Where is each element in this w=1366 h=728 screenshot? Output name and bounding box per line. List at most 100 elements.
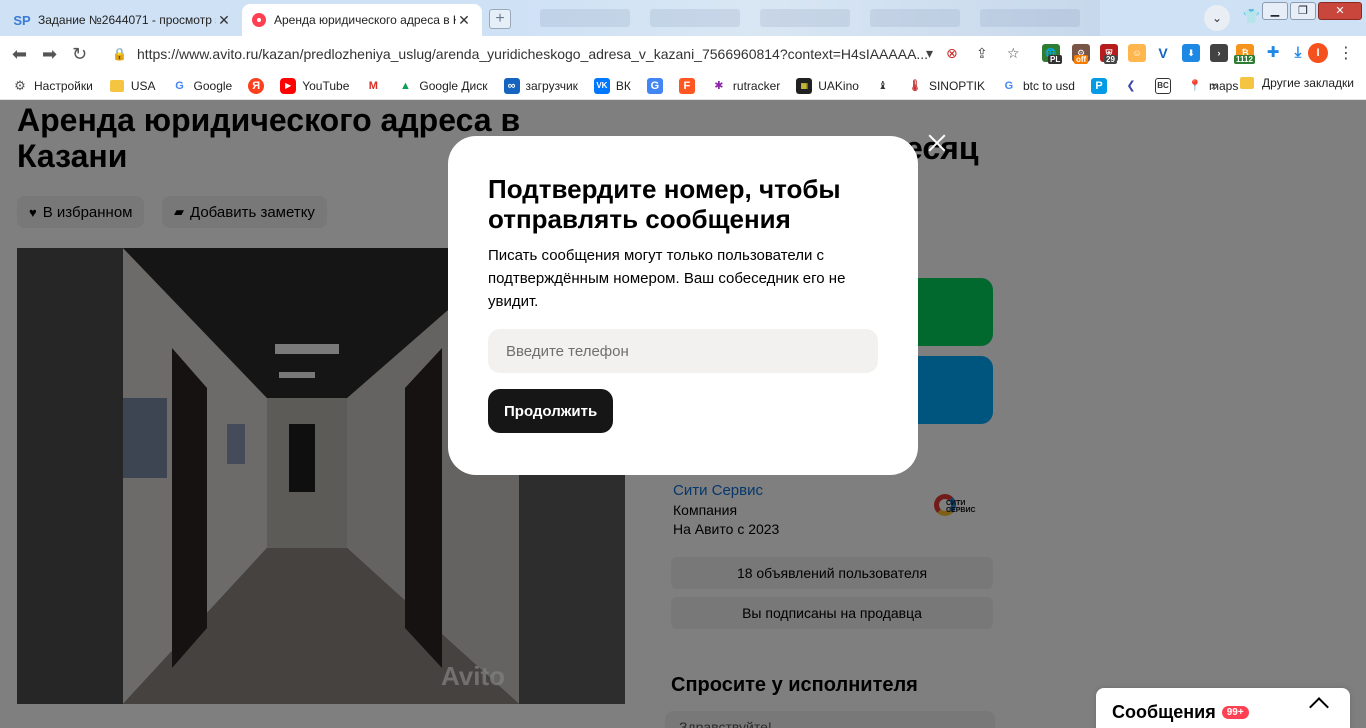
folder-icon: [109, 78, 125, 94]
url-dropdown-icon[interactable]: ▾: [926, 45, 933, 62]
messages-widget[interactable]: Сообщения 99+: [1096, 688, 1350, 728]
bookmark-yandex[interactable]: Я: [248, 77, 270, 94]
blocked-camera-icon[interactable]: ⊗: [946, 45, 958, 62]
minimize-icon[interactable]: ▁: [1262, 2, 1288, 20]
background-tab[interactable]: [760, 9, 850, 27]
url-text[interactable]: https://www.avito.ru/kazan/predlozheniya…: [137, 46, 927, 62]
window-controls: ▁ ❐ ✕: [1262, 2, 1362, 20]
maximize-icon[interactable]: ❐: [1290, 2, 1316, 20]
close-icon[interactable]: [924, 130, 950, 156]
forward-arrow-icon[interactable]: ➡: [42, 44, 57, 64]
bookmark-label: rutracker: [732, 78, 781, 93]
extension-terminal-icon[interactable]: ›: [1210, 44, 1228, 62]
bookmark-youtube[interactable]: ▶ YouTube: [280, 77, 350, 94]
tab-title: Задание №2644071 - просмотр з: [38, 13, 216, 27]
bookmark-vk[interactable]: VK ВК: [593, 77, 631, 94]
other-bookmarks[interactable]: Другие закладки: [1240, 76, 1354, 90]
profile-menu-icon[interactable]: ⌄: [1204, 5, 1230, 31]
gmail-icon: M: [368, 79, 378, 92]
phone-input[interactable]: [488, 329, 878, 373]
extension-v-icon[interactable]: V: [1154, 44, 1172, 62]
tab-title: Аренда юридического адреса в К: [274, 13, 456, 27]
other-bookmarks-label: Другие закладки: [1262, 76, 1354, 90]
bookmark-drive[interactable]: ▲ Google Диск: [397, 78, 488, 94]
yandex-icon: Я: [248, 77, 265, 94]
browser-menu-icon[interactable]: ⋮: [1338, 43, 1354, 63]
extension-badge: off: [1074, 55, 1089, 64]
maps-icon: 📍: [1188, 80, 1202, 92]
background-tab[interactable]: [540, 9, 630, 27]
folder-icon: [1240, 77, 1255, 89]
bookmarks-more-icon[interactable]: »: [1211, 78, 1218, 93]
bookmark-label: загрузчик: [525, 78, 578, 93]
bookmark-label: SINOPTIK: [928, 78, 985, 93]
window-close-icon[interactable]: ✕: [1318, 2, 1362, 20]
bookmark-arrow[interactable]: ❮: [1123, 78, 1145, 94]
messages-count-badge: 99+: [1221, 705, 1249, 719]
extension-badge: 29: [1104, 55, 1117, 64]
infinity-icon: ∞: [503, 77, 520, 94]
bookmark-chess[interactable]: ♝: [875, 78, 897, 94]
rutracker-icon: ✱: [714, 80, 724, 92]
avito-page: Аренда юридического адреса в Казани есяц…: [0, 100, 1366, 728]
browser-tab-bar: SP Задание №2644071 - просмотр з ✕ Аренд…: [0, 0, 1366, 36]
bookmark-bc[interactable]: BC: [1154, 77, 1177, 94]
bookmark-settings[interactable]: ⚙ Настройки: [12, 78, 93, 94]
share-icon[interactable]: ⇪: [976, 45, 988, 62]
bookmark-label: ВК: [615, 78, 631, 93]
tab-close-icon[interactable]: ✕: [216, 12, 232, 29]
back-arrow-icon[interactable]: ⬅: [12, 44, 27, 64]
sp-favicon-icon: SP: [13, 12, 31, 28]
lock-icon[interactable]: 🔒: [112, 47, 127, 61]
chess-icon: ♝: [878, 80, 888, 92]
bookmark-label: USA: [130, 78, 156, 93]
bookmark-sinoptik[interactable]: 🌡 SINOPTIK: [907, 78, 985, 94]
bookmark-label: Настройки: [34, 78, 93, 93]
p-icon: P: [1090, 77, 1107, 94]
tab-avito[interactable]: Аренда юридического адреса в К ✕: [242, 4, 482, 36]
translate-icon: G: [646, 77, 663, 94]
extensions-puzzle-icon[interactable]: ✚: [1264, 44, 1282, 62]
modal-title: Подтвердите номер, чтобы отправлять сооб…: [488, 174, 841, 234]
gear-icon: ⚙: [14, 77, 26, 93]
reload-icon[interactable]: ↻: [72, 44, 87, 64]
youtube-icon: ▶: [280, 77, 297, 94]
bookmark-google[interactable]: G Google: [172, 78, 232, 94]
bookmark-label: YouTube: [302, 78, 350, 93]
url-bar[interactable]: 🔒 https://www.avito.ru/kazan/predlozheni…: [100, 41, 940, 67]
downloads-icon[interactable]: ⤓: [1289, 44, 1307, 62]
uakino-icon: ▦: [796, 77, 813, 94]
messages-label: Сообщения: [1112, 701, 1216, 722]
f-icon: F: [678, 77, 695, 94]
bookmark-f[interactable]: F: [678, 77, 701, 94]
background-tab[interactable]: [980, 9, 1080, 27]
extension-download-icon[interactable]: ⬇: [1182, 44, 1200, 62]
bookmark-usa[interactable]: USA: [109, 78, 156, 94]
bc-icon: BC: [1154, 77, 1171, 94]
bookmark-rutracker[interactable]: ✱ rutracker: [711, 78, 780, 94]
bookmark-star-icon[interactable]: ☆: [1007, 45, 1020, 62]
tab-close-icon[interactable]: ✕: [456, 12, 472, 29]
theme-shirt-icon[interactable]: 👕: [1243, 8, 1260, 25]
new-tab-button[interactable]: +: [489, 9, 511, 29]
continue-button[interactable]: Продолжить: [488, 389, 614, 433]
bookmark-btc-usd[interactable]: Gbtc to usd: [1001, 78, 1075, 94]
avito-favicon-icon: [252, 13, 266, 27]
profile-avatar[interactable]: I: [1308, 43, 1328, 63]
bookmark-p[interactable]: P: [1090, 77, 1113, 94]
google-icon: G: [175, 79, 184, 92]
bookmark-translate[interactable]: G: [646, 77, 669, 94]
bookmark-uakino[interactable]: ▦ UAKino: [796, 77, 859, 94]
tab-task[interactable]: SP Задание №2644071 - просмотр з ✕: [4, 4, 242, 36]
bookmark-gmail[interactable]: M: [365, 78, 387, 94]
chevron-up-icon[interactable]: [1309, 697, 1329, 717]
extension-face-icon[interactable]: ☺: [1128, 44, 1146, 62]
address-toolbar: ⬅ ➡ ↻ 🔒 https://www.avito.ru/kazan/predl…: [0, 36, 1366, 72]
drive-icon: ▲: [399, 79, 411, 92]
thermometer-icon: 🌡: [907, 80, 922, 92]
extension-badge: PL: [1048, 55, 1063, 64]
vk-icon: VK: [593, 77, 610, 94]
background-tab[interactable]: [870, 9, 960, 27]
bookmark-downloader[interactable]: ∞ загрузчик: [503, 77, 578, 94]
background-tab[interactable]: [650, 9, 740, 27]
